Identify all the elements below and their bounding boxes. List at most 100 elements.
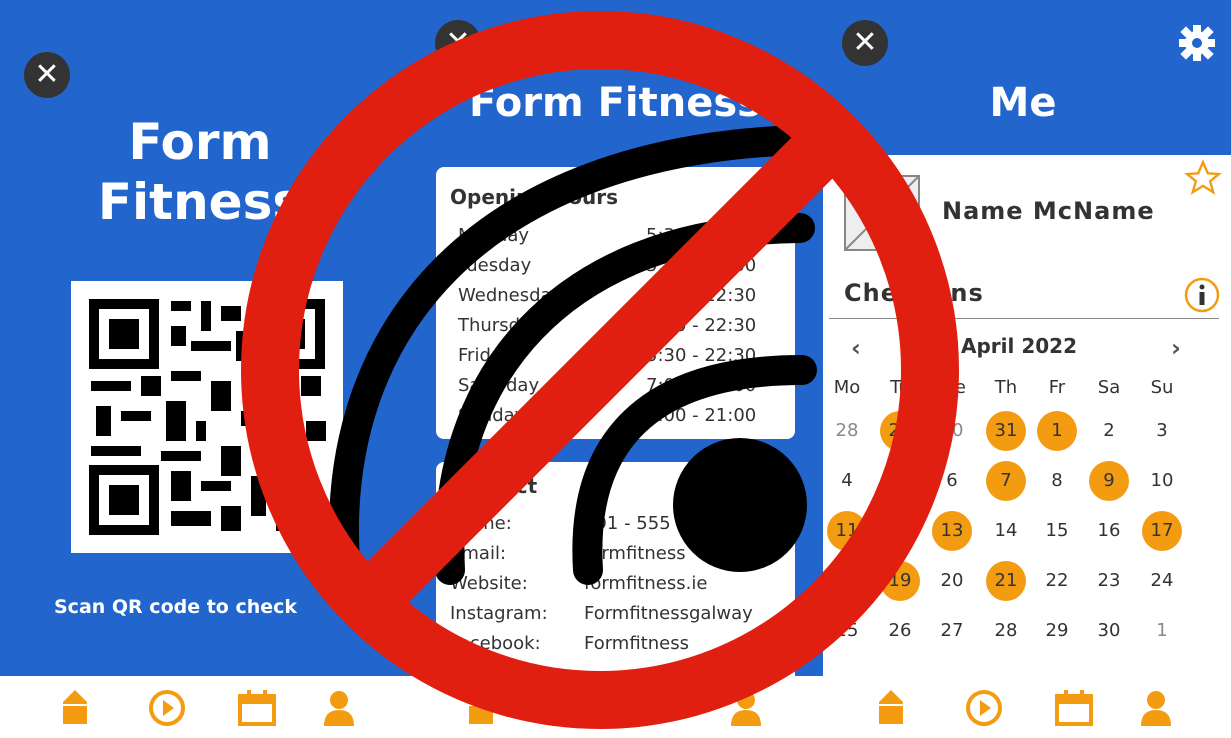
home-icon[interactable] xyxy=(871,688,911,728)
day-label: Saturday xyxy=(458,375,540,396)
contact-card: Contact Phone: 091 - 555 Email: formfitn… xyxy=(436,462,795,676)
website-link[interactable]: formfitness.ie xyxy=(584,573,707,594)
weekday-label: Fr xyxy=(1048,377,1066,398)
star-icon[interactable] xyxy=(1184,159,1222,197)
qr-code xyxy=(71,281,343,553)
day-label: Thursday xyxy=(458,315,542,336)
profile-icon[interactable] xyxy=(1136,688,1176,728)
calendar-icon[interactable] xyxy=(1054,688,1094,728)
profile-header xyxy=(823,0,1231,155)
hours-value: 5:30 - 22:30 xyxy=(646,225,757,246)
calendar-day-checked-in[interactable]: 9 xyxy=(1089,461,1129,501)
contact-label: Website: xyxy=(450,573,528,594)
close-button[interactable]: ✕ xyxy=(842,20,888,66)
calendar-day[interactable]: 16 xyxy=(1089,511,1129,551)
calendar-day[interactable]: 25 xyxy=(827,611,867,651)
calendar-day[interactable]: 30 xyxy=(932,411,972,451)
calendar-day[interactable]: 22 xyxy=(1037,561,1077,601)
avatar xyxy=(844,175,920,251)
calendar-day[interactable]: 29 xyxy=(1037,611,1077,651)
calendar-day-checked-in[interactable]: 31 xyxy=(986,411,1026,451)
close-icon: ✕ xyxy=(852,25,878,60)
calendar-day[interactable]: 1 xyxy=(1142,611,1182,651)
calendar-day[interactable]: 27 xyxy=(932,611,972,651)
calendar-day[interactable]: 18 xyxy=(827,561,867,601)
prev-month-button[interactable]: ‹ xyxy=(851,334,861,362)
phone-value[interactable]: 091 - 555 xyxy=(584,513,671,534)
play-icon[interactable] xyxy=(147,688,187,728)
play-icon[interactable] xyxy=(964,688,1004,728)
weekday-label: Th xyxy=(994,377,1018,398)
card-title: Contact xyxy=(450,474,538,498)
opening-hours-card: Opening Hours Monday 5:30 - 22:30 Tuesda… xyxy=(436,167,795,439)
day-label: Sunday xyxy=(458,405,526,426)
calendar-day[interactable]: 3 xyxy=(1142,411,1182,451)
day-label: Wednesday xyxy=(458,285,563,306)
facebook-link[interactable]: Formfitness xyxy=(584,633,689,654)
home-icon[interactable] xyxy=(461,688,501,728)
title-line-1: Form xyxy=(128,113,272,171)
calendar-day[interactable]: 24 xyxy=(1142,561,1182,601)
profile-icon[interactable] xyxy=(726,688,766,728)
checkins-title: Check-ins xyxy=(844,279,984,307)
gear-icon[interactable] xyxy=(1177,23,1217,63)
weekday-label: Sa xyxy=(1097,377,1121,398)
info-icon[interactable] xyxy=(1184,277,1220,313)
calendar-day[interactable]: 6 xyxy=(932,461,972,501)
calendar-month: April 2022 xyxy=(961,334,1077,358)
page-title: Form Fitness xyxy=(469,80,761,126)
calendar-day-checked-in[interactable]: 29 xyxy=(880,411,920,451)
calendar-day[interactable]: 26 xyxy=(880,611,920,651)
calendar-day[interactable]: 5 xyxy=(880,461,920,501)
calendar-day-checked-in[interactable]: 11 xyxy=(827,511,867,551)
weekday-label: Tu xyxy=(890,377,910,398)
calendar-icon[interactable] xyxy=(237,688,277,728)
calendar-day-checked-in[interactable]: 21 xyxy=(986,561,1026,601)
email-value[interactable]: formfitness xyxy=(584,543,686,564)
calendar-day-checked-in[interactable]: 7 xyxy=(986,461,1026,501)
close-button[interactable]: ✕ xyxy=(435,20,481,66)
gym-info-screen: ✕ Form Fitness Opening Hours Monday 5:30… xyxy=(415,0,823,676)
close-button[interactable]: ✕ xyxy=(24,52,70,98)
weekday-label: Su xyxy=(1150,377,1174,398)
calendar-day[interactable]: 30 xyxy=(1089,611,1129,651)
day-label: Friday xyxy=(458,345,513,366)
divider xyxy=(829,318,1219,319)
home-icon[interactable] xyxy=(55,688,95,728)
calendar-day[interactable]: 14 xyxy=(986,511,1026,551)
next-month-button[interactable]: › xyxy=(1171,334,1181,362)
user-name: Name McName xyxy=(942,197,1155,225)
contact-label: Phone: xyxy=(450,513,512,534)
card-title: Opening Hours xyxy=(450,185,618,209)
calendar-day[interactable]: 10 xyxy=(1142,461,1182,501)
hours-value: 7:00 - 21:00 xyxy=(646,405,757,426)
weekday-label: Mo xyxy=(833,377,861,398)
day-label: Monday xyxy=(458,225,530,246)
title-line-2: Fitness xyxy=(97,173,303,231)
contact-label: Instagram: xyxy=(450,603,548,624)
hours-value: 5:30 - 22:30 xyxy=(646,345,757,366)
calendar-day[interactable]: 15 xyxy=(1037,511,1077,551)
page-title: Me xyxy=(989,80,1057,126)
close-icon: ✕ xyxy=(34,57,60,92)
instagram-link[interactable]: Formfitnessgalway xyxy=(584,603,753,624)
calendar-day[interactable]: 20 xyxy=(932,561,972,601)
calendar-day-checked-in[interactable]: 19 xyxy=(880,561,920,601)
calendar-day-checked-in[interactable]: 17 xyxy=(1142,511,1182,551)
calendar-day[interactable]: 28 xyxy=(986,611,1026,651)
calendar-day[interactable]: 12 xyxy=(880,511,920,551)
profile-screen: ✕ Me Name McName Check-ins ‹ April 2022 … xyxy=(823,0,1231,676)
qr-code-image xyxy=(89,299,326,535)
calendar-day-checked-in[interactable]: 1 xyxy=(1037,411,1077,451)
calendar-day-checked-in[interactable]: 13 xyxy=(932,511,972,551)
calendar-day[interactable]: 4 xyxy=(827,461,867,501)
page-title: Form Fitness xyxy=(0,112,400,232)
close-icon: ✕ xyxy=(445,25,471,60)
hours-value: 5:30 - 22:30 xyxy=(646,315,757,336)
calendar-day[interactable]: 2 xyxy=(1089,411,1129,451)
calendar-day[interactable]: 8 xyxy=(1037,461,1077,501)
hours-value: 5:30 - 22:30 xyxy=(646,285,757,306)
calendar-day[interactable]: 23 xyxy=(1089,561,1129,601)
profile-icon[interactable] xyxy=(319,688,359,728)
calendar-day[interactable]: 28 xyxy=(827,411,867,451)
